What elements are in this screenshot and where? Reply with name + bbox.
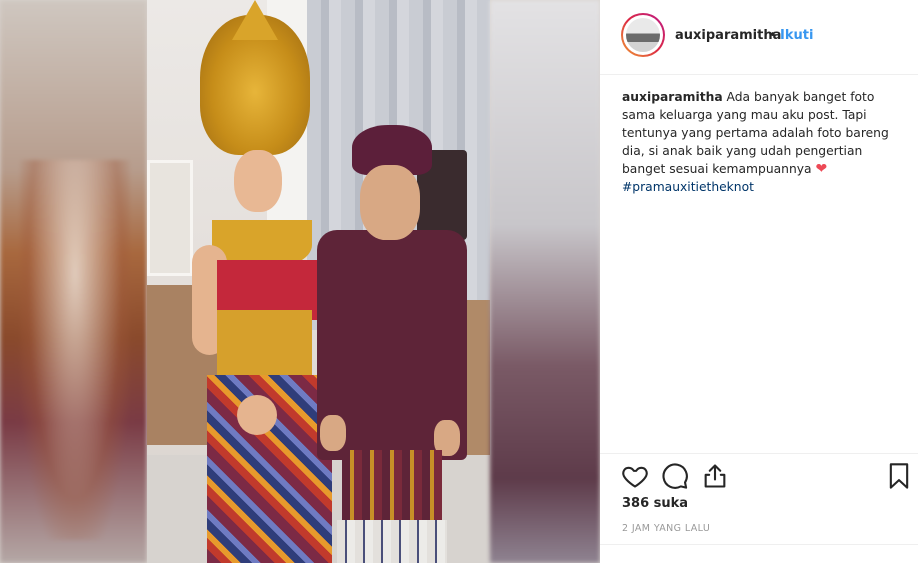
woman-gold-belt: [217, 310, 312, 380]
speech-bubble-icon[interactable]: [661, 462, 689, 490]
share-upload-icon[interactable]: [701, 462, 729, 490]
post-timestamp[interactable]: 2 JAM YANG LALU: [622, 523, 710, 534]
follow-button[interactable]: Ikuti: [780, 28, 813, 43]
photo-boy-figure: [312, 120, 472, 563]
boy-kamen-cloth: [337, 520, 447, 563]
post-photo[interactable]: [147, 0, 490, 563]
heart-outline-icon[interactable]: [621, 462, 649, 490]
boy-left-hand: [320, 415, 346, 451]
post-media[interactable]: [0, 0, 600, 563]
username-link[interactable]: auxiparamitha: [675, 28, 781, 43]
action-bar: [600, 453, 918, 494]
woman-hand: [237, 395, 277, 435]
woman-face: [234, 150, 282, 212]
instagram-post-view: auxiparamitha • Ikuti auxiparamitha Ada …: [0, 0, 918, 563]
post-header: auxiparamitha • Ikuti: [600, 0, 918, 75]
avatar[interactable]: [621, 13, 665, 57]
blurred-background-right: [490, 0, 600, 563]
bookmark-icon[interactable]: [885, 462, 913, 490]
header-separator: •: [769, 28, 777, 43]
avatar-image: [626, 18, 660, 52]
post-side-panel: auxiparamitha • Ikuti auxiparamitha Ada …: [600, 0, 918, 563]
divider: [600, 544, 918, 545]
post-caption: auxiparamitha Ada banyak banget foto sam…: [622, 88, 892, 196]
boy-sarong: [342, 450, 442, 530]
caption-username[interactable]: auxiparamitha: [622, 90, 723, 104]
blurred-background-left: [0, 0, 147, 563]
caption-hashtag[interactable]: #pramauxitietheknot: [622, 178, 892, 196]
boy-face: [360, 165, 420, 240]
likes-count[interactable]: 386 suka: [622, 496, 688, 511]
avatar-ring-inner: [623, 15, 663, 55]
heart-emoji-icon: ❤: [815, 161, 828, 177]
photo-wall-frame: [147, 160, 193, 276]
